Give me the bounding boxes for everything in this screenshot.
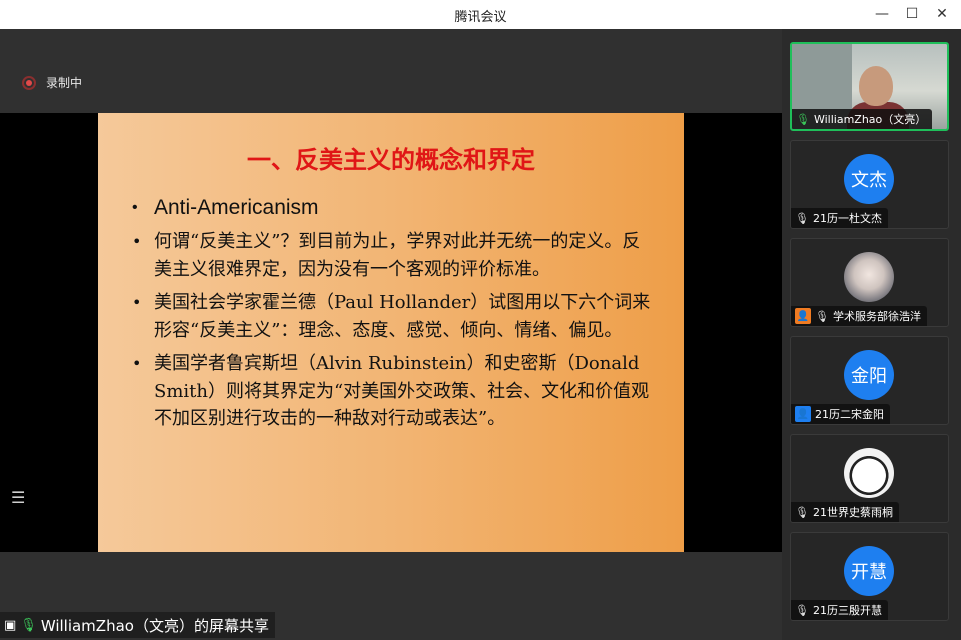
slide-bullets: • Anti-Americanism • 何谓“反美主义”？到目前为止，学界对此并无… xyxy=(132,193,652,439)
participant-name: 21历一杜文杰 xyxy=(812,212,882,225)
mic-icon: 🎙 xyxy=(20,617,37,633)
participant-name-bar: 🎙 21历一杜文杰 xyxy=(791,208,888,228)
user-badge-icon: 👤 xyxy=(795,406,811,422)
minimize-icon[interactable]: — xyxy=(872,4,892,24)
mic-muted-icon: 🎙 xyxy=(815,309,829,323)
mic-muted-icon: 🎙 xyxy=(795,603,809,617)
mic-muted-icon: 🎙 xyxy=(795,505,809,519)
slide-bullet: • 何谓“反美主义”？到目前为止，学界对此并无统一的定义。反美主义很难界定，因为没… xyxy=(132,231,641,280)
participant-tile[interactable]: 金阳 👤 21历二宋金阳 xyxy=(790,336,949,425)
participant-name-bar: 🎙 21历三殷开慧 xyxy=(791,600,888,620)
list-icon[interactable]: ☰ xyxy=(11,488,25,507)
screen-share-icon: ▣ xyxy=(4,617,17,633)
slide-title: 一、反美主义的概念和界定 xyxy=(247,145,535,174)
main-stage: 录制中 一、反美主义的概念和界定 • Anti-Americanism • 何谓“反… xyxy=(0,29,782,640)
participant-name-bar: 🎙 WilliamZhao（文亮） xyxy=(792,109,933,129)
presentation-slide: 一、反美主义的概念和界定 • Anti-Americanism • 何谓“反美主义”… xyxy=(98,113,684,552)
participant-tile[interactable]: 🎙 WilliamZhao（文亮） xyxy=(790,42,949,131)
slide-bullet: • 美国社会学家霍兰德（Paul Hollander）试图用以下六个词来形容“反美… xyxy=(132,292,651,341)
participant-tile[interactable]: 文杰 🎙 21历一杜文杰 xyxy=(790,140,949,229)
participant-name: 21世界史蔡雨桐 xyxy=(812,506,893,519)
screen-share-label: ▣ 🎙 WilliamZhao（文亮）的屏幕共享 xyxy=(0,612,275,638)
record-icon xyxy=(22,75,36,90)
participant-tile[interactable]: 👤 🎙 学术服务部徐浩洋 xyxy=(790,238,949,327)
participant-name-bar: 👤 🎙 学术服务部徐浩洋 xyxy=(791,306,927,326)
participant-tile[interactable]: 🎙 21世界史蔡雨桐 xyxy=(790,434,949,523)
avatar: 金阳 xyxy=(844,350,894,400)
participant-name-bar: 👤 21历二宋金阳 xyxy=(791,404,890,424)
participant-name: 21历二宋金阳 xyxy=(815,408,884,421)
title-bar: 腾讯会议 — ☐ ✕ xyxy=(0,0,961,29)
close-icon[interactable]: ✕ xyxy=(932,4,952,24)
participant-name-bar: 🎙 21世界史蔡雨桐 xyxy=(791,502,899,522)
recording-label: 录制中 xyxy=(46,76,83,90)
participant-panel: 🎙 WilliamZhao（文亮） 文杰 🎙 21历一杜文杰 👤 🎙 学术服务部… xyxy=(782,29,961,640)
slide-bullet: • 美国学者鲁宾斯坦（Alvin Rubinstein）和史密斯（Donald S… xyxy=(132,353,650,429)
maximize-icon[interactable]: ☐ xyxy=(902,4,922,24)
participant-name: WilliamZhao（文亮） xyxy=(813,113,927,126)
mic-icon: 🎙 xyxy=(796,112,810,126)
window-title: 腾讯会议 xyxy=(454,10,507,25)
avatar: 开慧 xyxy=(844,546,894,596)
user-badge-icon: 👤 xyxy=(795,308,811,324)
participant-name: 学术服务部徐浩洋 xyxy=(832,310,921,323)
avatar xyxy=(844,448,894,498)
participant-name: 21历三殷开慧 xyxy=(812,604,882,617)
slide-bullet: • Anti-Americanism xyxy=(132,196,319,219)
screen-share-text: WilliamZhao（文亮）的屏幕共享 xyxy=(40,616,269,635)
mic-muted-icon: 🎙 xyxy=(795,211,809,225)
recording-indicator[interactable]: 录制中 xyxy=(22,74,82,91)
avatar xyxy=(844,252,894,302)
avatar: 文杰 xyxy=(844,154,894,204)
participant-tile[interactable]: 开慧 🎙 21历三殷开慧 xyxy=(790,532,949,621)
shared-screen: 一、反美主义的概念和界定 • Anti-Americanism • 何谓“反美主义”… xyxy=(0,113,782,552)
